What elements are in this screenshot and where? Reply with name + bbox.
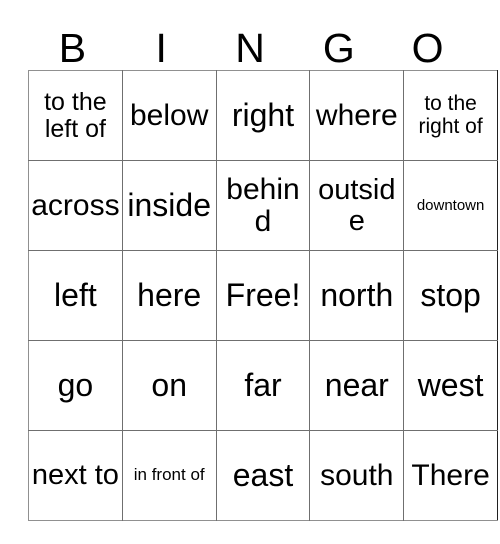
bingo-cell-b5[interactable]: next to — [28, 430, 123, 521]
bingo-cell-label: on — [151, 366, 187, 403]
bingo-cell-label: downtown — [416, 196, 485, 214]
bingo-cell-label: where — [315, 98, 398, 132]
header-letter-n: N — [235, 25, 265, 71]
bingo-cell-label: near — [324, 366, 389, 403]
bingo-cell-label: behind — [226, 172, 300, 238]
bingo-cell-i2[interactable]: inside — [122, 160, 217, 251]
bingo-cell-b3[interactable]: left — [28, 250, 123, 341]
bingo-cell-label: far — [244, 366, 282, 403]
bingo-cell-b2[interactable]: across — [28, 160, 123, 251]
bingo-cell-g3[interactable]: north — [309, 250, 405, 341]
bingo-cell-i3[interactable]: here — [122, 250, 217, 341]
bingo-cell-n1[interactable]: right — [216, 70, 311, 161]
header-letter-i: I — [155, 25, 167, 71]
bingo-cell-label: left — [54, 276, 97, 313]
bingo-cell-label: stop — [420, 276, 481, 313]
bingo-cell-label: west — [417, 366, 484, 403]
bingo-row: next to in front of east south There — [28, 430, 498, 521]
bingo-cell-g5[interactable]: south — [309, 430, 405, 521]
bingo-grid: to the left of below right where to the … — [28, 70, 498, 521]
bingo-cell-o3[interactable]: stop — [403, 250, 498, 341]
bingo-cell-o4[interactable]: west — [403, 340, 498, 431]
bingo-cell-o5[interactable]: There — [403, 430, 498, 521]
bingo-cell-i1[interactable]: below — [122, 70, 217, 161]
bingo-cell-label: to the right of — [418, 92, 483, 138]
header-letter-g: G — [322, 25, 355, 71]
bingo-cell-label: next to — [31, 459, 119, 492]
bingo-cell-o2[interactable]: downtown — [403, 160, 498, 251]
bingo-cell-label: right — [231, 96, 295, 133]
bingo-cell-n2[interactable]: behind — [216, 160, 311, 251]
bingo-row: across inside behind outside downtown — [28, 160, 498, 251]
bingo-cell-label: go — [57, 366, 94, 403]
bingo-cell-b1[interactable]: to the left of — [28, 70, 123, 161]
header-letter-b: B — [58, 25, 87, 71]
bingo-cell-g2[interactable]: outside — [309, 160, 405, 251]
bingo-row: left here Free! north stop — [28, 250, 498, 341]
bingo-cell-g1[interactable]: where — [309, 70, 405, 161]
bingo-row: go on far near west — [28, 340, 498, 431]
bingo-cell-b4[interactable]: go — [28, 340, 123, 431]
bingo-cell-g4[interactable]: near — [309, 340, 405, 431]
bingo-cell-i4[interactable]: on — [122, 340, 217, 431]
bingo-cell-label: There — [411, 458, 490, 492]
bingo-cell-label: south — [320, 458, 394, 492]
free-space-label: Free! — [225, 276, 301, 313]
bingo-cell-label: across — [31, 188, 120, 222]
bingo-cell-free-space[interactable]: Free! — [216, 250, 311, 341]
bingo-cell-label: east — [232, 456, 294, 493]
bingo-cell-label: inside — [127, 186, 211, 223]
bingo-cell-label: outside — [318, 173, 396, 237]
bingo-cell-label: to the left of — [44, 88, 107, 143]
bingo-cell-label: north — [320, 276, 394, 313]
bingo-cell-label: below — [130, 98, 209, 132]
bingo-header-row: B I N G O — [28, 12, 472, 70]
bingo-row: to the left of below right where to the … — [28, 70, 498, 161]
bingo-card: B I N G O to the left of below right whe… — [28, 12, 498, 521]
bingo-cell-o1[interactable]: to the right of — [403, 70, 498, 161]
bingo-cell-n4[interactable]: far — [216, 340, 311, 431]
bingo-cell-i5[interactable]: in front of — [122, 430, 217, 521]
header-letter-o: O — [411, 25, 444, 71]
bingo-cell-n5[interactable]: east — [216, 430, 311, 521]
bingo-cell-label: in front of — [133, 465, 205, 485]
bingo-cell-label: here — [137, 276, 202, 313]
